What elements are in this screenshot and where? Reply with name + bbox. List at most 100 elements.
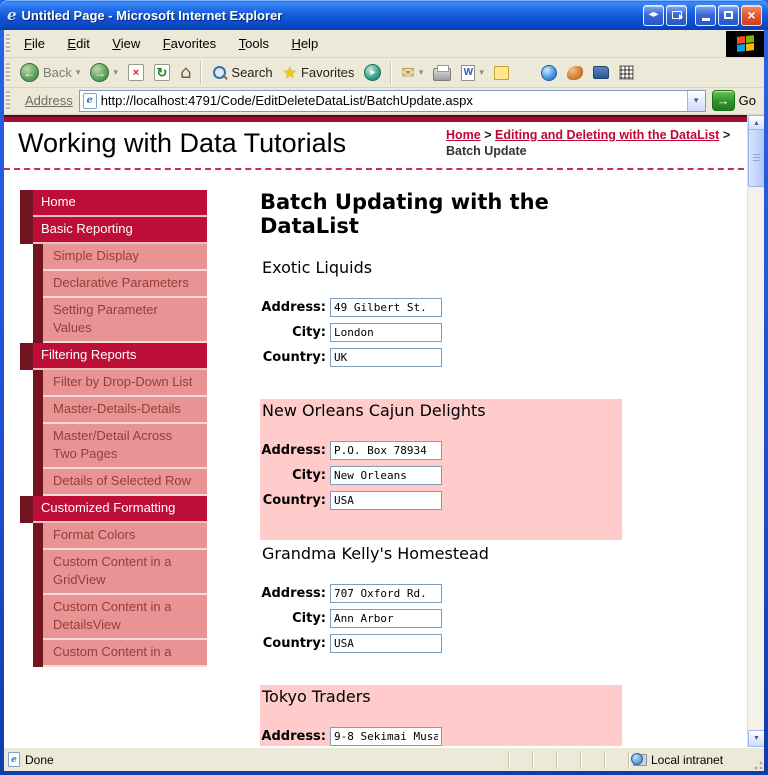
breadcrumb-home-link[interactable]: Home <box>446 128 481 142</box>
menu-item[interactable]: Edit <box>58 33 98 54</box>
discuss-button[interactable] <box>489 64 514 82</box>
zone-label: Local intranet <box>651 753 723 767</box>
sidebar-item-label[interactable]: Basic Reporting <box>33 217 207 244</box>
address-url[interactable]: http://localhost:4791/Code/EditDeleteDat… <box>101 93 687 108</box>
stop-button[interactable]: × <box>123 62 149 83</box>
country-input[interactable] <box>330 491 442 510</box>
main-content: Batch Updating with the DataList Exotic … <box>260 190 622 746</box>
forward-dropdown-icon[interactable]: ▾ <box>113 67 118 78</box>
sidebar-item-label[interactable]: Customized Formatting <box>33 496 207 523</box>
toolbar-grip[interactable] <box>6 63 10 83</box>
menu-item[interactable]: Help <box>282 33 327 54</box>
address-field[interactable]: e http://localhost:4791/Code/EditDeleteD… <box>79 90 706 112</box>
home-icon: ⌂ <box>180 62 191 83</box>
country-input[interactable] <box>330 348 442 367</box>
city-input[interactable] <box>330 323 442 342</box>
sidebar-item[interactable]: Declarative Parameters <box>20 271 207 298</box>
sidebar-item[interactable]: Details of Selected Row <box>20 469 207 496</box>
menu-item[interactable]: View <box>103 33 149 54</box>
sidebar-item[interactable]: Customized Formatting <box>20 496 207 523</box>
pan-arrows-button[interactable]: ◂▸ <box>643 5 664 26</box>
go-button[interactable]: → <box>712 90 735 111</box>
print-button[interactable] <box>428 63 456 83</box>
sidebar-item-label[interactable]: Master-Details-Details <box>43 397 207 424</box>
status-bar: e Done Local intranet <box>4 747 764 771</box>
go-label: Go <box>739 93 756 108</box>
resize-grip[interactable] <box>750 757 764 771</box>
sidebar-item-label[interactable]: Home <box>33 190 207 217</box>
mail-dropdown-icon[interactable]: ▾ <box>419 67 424 78</box>
address-row: Address: <box>260 727 622 746</box>
address-input[interactable] <box>330 727 442 746</box>
menu-item[interactable]: File <box>15 33 54 54</box>
sidebar-item-label[interactable]: Filter by Drop-Down List <box>43 370 207 397</box>
sidebar-item-label[interactable]: Custom Content in a DetailsView <box>43 595 207 640</box>
research-button[interactable] <box>562 64 588 82</box>
scrollbar-thumb[interactable] <box>748 129 764 187</box>
back-button[interactable]: ← Back ▾ <box>15 61 85 84</box>
addressbar-grip[interactable] <box>6 91 10 111</box>
window-controls: ◂▸ × <box>643 5 762 26</box>
sidebar-item[interactable]: Filter by Drop-Down List <box>20 370 207 397</box>
city-field-label: City: <box>260 325 326 340</box>
back-dropdown-icon[interactable]: ▾ <box>76 67 81 78</box>
country-input[interactable] <box>330 634 442 653</box>
sidebar-item[interactable]: Basic Reporting <box>20 217 207 244</box>
sidebar-item-label[interactable]: Custom Content in a <box>43 640 207 667</box>
city-input[interactable] <box>330 466 442 485</box>
address-input[interactable] <box>330 584 442 603</box>
title-bar: e Untitled Page - Microsoft Internet Exp… <box>0 0 768 30</box>
city-field-label: City: <box>260 468 326 483</box>
sidebar-item[interactable]: Filtering Reports <box>20 343 207 370</box>
mail-button[interactable]: ✉ ▾ <box>396 61 428 84</box>
menubar-grip[interactable] <box>6 34 10 54</box>
messenger-button[interactable] <box>536 63 562 83</box>
maximize-button[interactable] <box>718 5 739 26</box>
forward-button[interactable]: → ▾ <box>85 61 123 84</box>
library-button[interactable] <box>588 64 614 81</box>
scroll-down-button[interactable]: ▼ <box>748 730 764 747</box>
favorites-button[interactable]: ★ Favorites <box>278 61 360 84</box>
sidebar-item-label[interactable]: Filtering Reports <box>33 343 207 370</box>
sidebar-item[interactable]: Master/Detail Across Two Pages <box>20 424 207 469</box>
address-input[interactable] <box>330 441 442 460</box>
close-button[interactable]: × <box>741 5 762 26</box>
sidebar-item[interactable]: Master-Details-Details <box>20 397 207 424</box>
minimize-button[interactable] <box>695 5 716 26</box>
address-input[interactable] <box>330 298 442 317</box>
nav-accent-block <box>33 298 43 343</box>
sidebar-item[interactable]: Format Colors <box>20 523 207 550</box>
address-field-label: Address: <box>260 729 326 744</box>
edit-button[interactable]: W ▾ <box>456 63 489 83</box>
sidebar-item-label[interactable]: Details of Selected Row <box>43 469 207 496</box>
vertical-scrollbar[interactable]: ▲ ▼ <box>747 115 764 747</box>
sidebar-item[interactable]: Home <box>20 190 207 217</box>
search-button[interactable]: Search <box>206 63 277 83</box>
menu-item[interactable]: Favorites <box>154 33 225 54</box>
sidebar-item-label[interactable]: Declarative Parameters <box>43 271 207 298</box>
sidebar-item-label[interactable]: Simple Display <box>43 244 207 271</box>
snippet-button[interactable] <box>614 63 639 82</box>
sidebar-item[interactable]: Simple Display <box>20 244 207 271</box>
home-button[interactable]: ⌂ <box>175 60 196 85</box>
sidebar-item[interactable]: Custom Content in a <box>20 640 207 667</box>
sidebar-item-label[interactable]: Setting Parameter Values <box>43 298 207 343</box>
sidebar-item-label[interactable]: Format Colors <box>43 523 207 550</box>
breadcrumb-section-link[interactable]: Editing and Deleting with the DataList <box>495 128 719 142</box>
ie-logo-icon: e <box>7 6 17 24</box>
city-input[interactable] <box>330 609 442 628</box>
edit-dropdown-icon[interactable]: ▾ <box>479 67 484 78</box>
sidebar-item[interactable]: Setting Parameter Values <box>20 298 207 343</box>
media-button[interactable]: ▸ <box>359 62 386 83</box>
sidebar-item-label[interactable]: Master/Detail Across Two Pages <box>43 424 207 469</box>
sidebar-item-label[interactable]: Custom Content in a GridView <box>43 550 207 595</box>
refresh-button[interactable]: ↻ <box>149 62 175 83</box>
menu-item[interactable]: Tools <box>230 33 278 54</box>
address-dropdown-button[interactable]: ▾ <box>687 91 705 111</box>
city-row: City: <box>260 323 622 342</box>
popout-button[interactable] <box>666 5 687 26</box>
sidebar-item[interactable]: Custom Content in a GridView <box>20 550 207 595</box>
sidebar-item[interactable]: Custom Content in a DetailsView <box>20 595 207 640</box>
nav-indent <box>20 469 33 496</box>
page-viewport: Working with Data Tutorials Home > Editi… <box>4 115 764 747</box>
